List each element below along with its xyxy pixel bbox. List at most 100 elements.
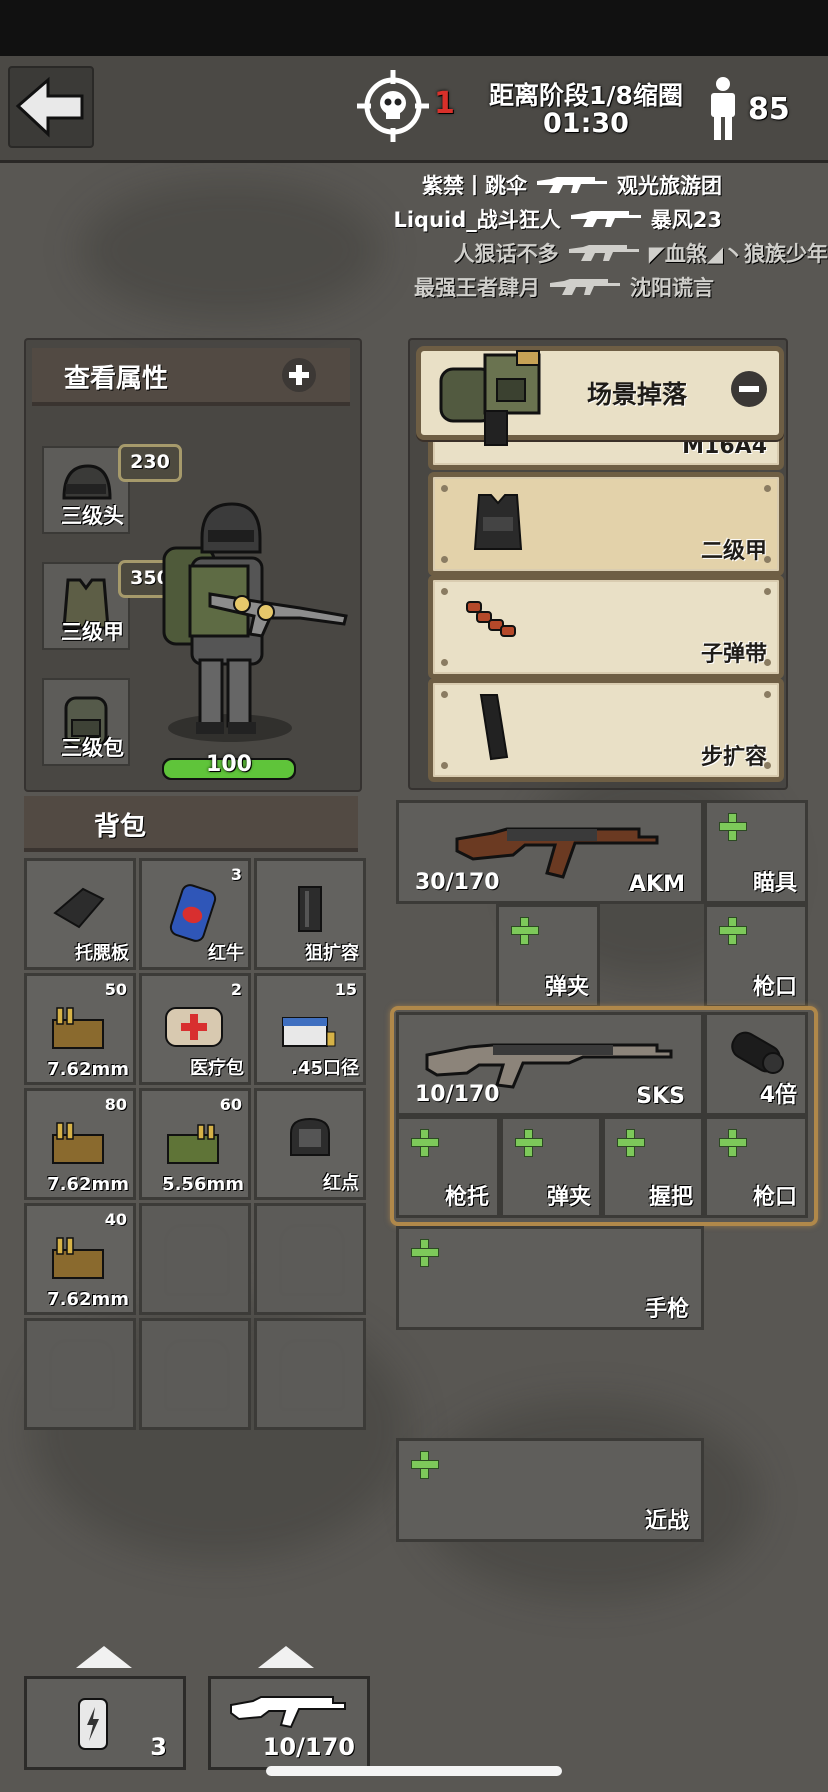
plus-icon [719, 917, 747, 945]
bag-item-ammo-762[interactable]: 80 7.62mm [24, 1088, 136, 1200]
kill-feed-row: 紫禁丨跳伞 观光旅游团 [422, 168, 722, 202]
bag-item-ammo-45[interactable]: 15 .45口径 [254, 973, 366, 1085]
attach-muzzle-label: 枪口 [752, 1185, 797, 1210]
bag-item-count: 2 [230, 980, 242, 999]
loot-pile-icon [439, 350, 541, 446]
kill-count: 1 [434, 86, 455, 121]
quick-slot-expand-arrow[interactable] [76, 1646, 132, 1668]
backpack-title: 背包 [94, 812, 147, 842]
attach-magazine-slot[interactable]: 弹夹 [496, 904, 600, 1008]
kill-feed-victim: ◤血煞◢丶狼族少年 [648, 242, 828, 266]
attach-scope-slot[interactable]: 瞄具 [704, 800, 808, 904]
kill-feed-killer: 最强王者肆月 [414, 276, 540, 300]
drop-item[interactable]: 子弹带 [428, 575, 784, 679]
attach-magazine-label: 弹夹 [544, 975, 589, 1000]
rifle-icon [537, 177, 607, 193]
attributes-title: 查看属性 [64, 364, 169, 394]
kill-feed-row: 最强王者肆月 沈阳谎言 [414, 270, 714, 304]
player-character [162, 502, 348, 742]
kill-feed-killer: 人狠话不多 [453, 242, 559, 266]
melee-slot[interactable]: 近战 [396, 1438, 704, 1542]
quick-slot-weapon[interactable]: 10/170 [208, 1676, 370, 1770]
kill-skull-icon [357, 70, 429, 142]
phase-timer: 01:30 [543, 108, 629, 139]
bag-item-ammo-762[interactable]: 40 7.62mm [24, 1203, 136, 1315]
attach-muzzle-slot[interactable]: 枪口 [704, 904, 808, 1008]
cheek-pad-icon [53, 887, 105, 929]
bag-item-energy-drink[interactable]: 3 红牛 [139, 858, 251, 970]
primary-weapon-1[interactable]: 30/170 AKM [396, 800, 704, 904]
bag-empty-slot[interactable] [24, 1318, 136, 1430]
collapse-scene-drop-button[interactable] [731, 371, 767, 407]
attach-stock-slot[interactable]: 枪托 [396, 1116, 500, 1218]
energy-drink-icon [169, 884, 217, 942]
drop-item-label: 子弹带 [700, 642, 767, 667]
kill-feed-victim: 暴风23 [650, 208, 722, 232]
bag-item-med-kit[interactable]: 2 医疗包 [139, 973, 251, 1085]
alive-count: 85 [748, 92, 790, 127]
bag-item-ammo-762[interactable]: 50 7.62mm [24, 973, 136, 1085]
kill-feed-row: 人狠话不多 ◤血煞◢丶狼族少年 [454, 236, 828, 270]
plus-icon [617, 1129, 645, 1157]
attach-scope-slot[interactable]: 4倍 [704, 1012, 808, 1116]
quick-slot-expand-arrow[interactable] [258, 1646, 314, 1668]
player-count-icon [711, 77, 735, 140]
drop-item[interactable]: 二级甲 [428, 472, 784, 576]
attach-grip-slot[interactable]: 握把 [602, 1116, 704, 1218]
pistol-slot[interactable]: 手枪 [396, 1226, 704, 1330]
expand-attributes-button[interactable] [282, 358, 316, 392]
helmet-slot[interactable]: 三级头 [42, 446, 130, 534]
red-dot-sight-icon [290, 1117, 330, 1156]
primary-weapon-2-name: SKS [636, 1084, 685, 1109]
attach-magazine-slot[interactable]: 弹夹 [500, 1116, 602, 1218]
pistol-label: 手枪 [644, 1297, 689, 1322]
bag-item-name: 医疗包 [190, 1058, 244, 1079]
bag-item-ammo-556[interactable]: 60 5.56mm [139, 1088, 251, 1200]
energy-drink-icon [78, 1698, 108, 1750]
attach-scope-label: 4倍 [759, 1083, 797, 1108]
rifle-icon [570, 211, 641, 227]
bag-empty-slot[interactable] [254, 1203, 366, 1315]
drop-item-label: 步扩容 [700, 745, 767, 770]
scene-drop-title: 场景掉落 [587, 380, 688, 409]
attributes-header: 查看属性 [32, 348, 350, 406]
bag-item-count: 60 [219, 1095, 242, 1114]
attach-grip-label: 握把 [648, 1185, 693, 1210]
plus-icon [719, 813, 747, 841]
attach-scope-label: 瞄具 [752, 871, 797, 896]
kill-feed-killer: Liquid_战斗狂人 [393, 208, 561, 232]
bag-empty-slot[interactable] [139, 1203, 251, 1315]
primary-weapon-2[interactable]: 10/170 SKS [396, 1012, 704, 1116]
vest-icon [473, 494, 523, 550]
bag-item-cheek-pad[interactable]: 托腮板 [24, 858, 136, 970]
bag-item-count: 15 [334, 980, 357, 999]
top-header: 1 距离阶段1/8缩圈 01:30 85 [0, 56, 828, 163]
extended-mag-icon [479, 694, 509, 761]
plus-icon [411, 1129, 439, 1157]
attach-muzzle-slot[interactable]: 枪口 [704, 1116, 808, 1218]
bag-empty-slot[interactable] [254, 1318, 366, 1430]
back-button[interactable] [8, 66, 94, 148]
backpack-slot[interactable]: 三级包 [42, 678, 130, 766]
plus-icon [719, 1129, 747, 1157]
bag-item-red-dot[interactable]: 红点 [254, 1088, 366, 1200]
bag-empty-slot[interactable] [139, 1318, 251, 1430]
drop-item[interactable]: 步扩容 [428, 678, 784, 782]
bag-item-name: 红牛 [208, 943, 244, 964]
melee-label: 近战 [644, 1509, 689, 1534]
rifle-icon [230, 1696, 346, 1729]
bag-item-sniper-mag[interactable]: 狙扩容 [254, 858, 366, 970]
backpack-header: 背包 [24, 796, 358, 852]
status-bar [0, 0, 828, 56]
bag-item-name: 7.62mm [47, 1289, 129, 1310]
attach-stock-label: 枪托 [444, 1185, 489, 1210]
plus-icon [411, 1451, 439, 1479]
primary-weapon-1-name: AKM [629, 872, 685, 897]
bag-item-name: 红点 [323, 1173, 359, 1194]
armor-slot[interactable]: 三级甲 [42, 562, 130, 650]
bag-item-count: 3 [230, 865, 242, 884]
bag-item-count: 80 [104, 1095, 127, 1114]
quick-slot-consumable[interactable]: 3 [24, 1676, 186, 1770]
kill-feed-row: Liquid_战斗狂人 暴风23 [393, 202, 722, 236]
bag-item-count: 40 [104, 1210, 127, 1229]
